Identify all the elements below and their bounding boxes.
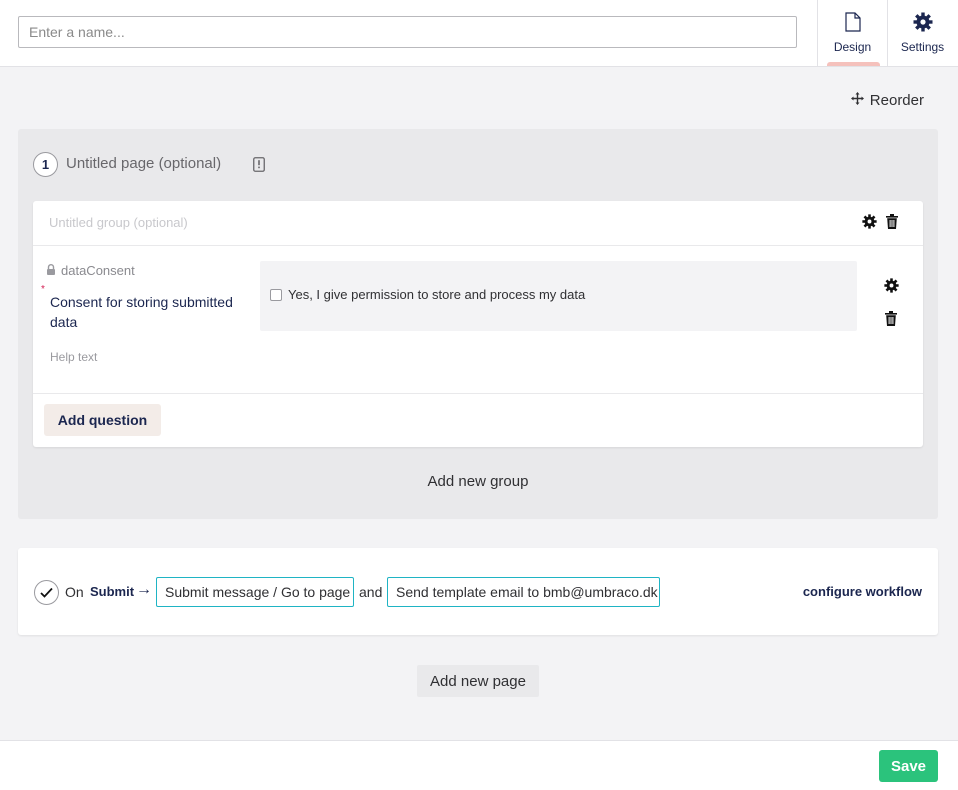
footer-bar: Save [0, 740, 958, 790]
save-button[interactable]: Save [879, 750, 938, 782]
workflow-step-send-email[interactable]: Send template email to bmb@umbraco.dk [387, 577, 660, 607]
form-group: Untitled group (optional) dataConsent * … [33, 201, 923, 447]
tab-settings-label: Settings [900, 40, 945, 54]
page-info-icon[interactable] [253, 157, 265, 177]
tab-settings[interactable]: Settings [887, 0, 957, 66]
add-question-button[interactable]: Add question [44, 404, 161, 436]
question-delete-trash-icon[interactable] [885, 311, 897, 331]
group-settings-gear-icon[interactable] [862, 214, 877, 234]
group-header: Untitled group (optional) [33, 201, 923, 246]
document-icon [818, 12, 887, 34]
form-page: 1 Untitled page (optional) Untitled grou… [18, 129, 938, 519]
reorder-label: Reorder [869, 92, 924, 109]
add-new-page-button[interactable]: Add new page [417, 665, 539, 697]
checkmark-icon [34, 580, 59, 605]
workflow-and-label: and [359, 584, 383, 600]
question-label[interactable]: Consent for storing submitted data [50, 292, 250, 332]
group-title[interactable]: Untitled group (optional) [49, 215, 188, 230]
configure-workflow-link[interactable]: configure workflow [803, 584, 922, 599]
consent-checkbox[interactable] [270, 289, 282, 301]
arrow-right-icon: → [136, 581, 152, 598]
page-title[interactable]: Untitled page (optional) [66, 155, 221, 172]
question-help-text[interactable]: Help text [50, 350, 97, 364]
group-footer: Add question [33, 393, 923, 447]
add-new-group-button[interactable]: Add new group [18, 473, 938, 490]
group-delete-trash-icon[interactable] [886, 214, 898, 234]
page-number: 1 [33, 152, 58, 177]
gear-icon [888, 12, 957, 34]
lock-icon [46, 263, 56, 278]
required-marker: * [41, 284, 45, 295]
question-preview: Yes, I give permission to store and proc… [260, 261, 857, 331]
workflow-panel: On Submit → Submit message / Go to page … [18, 548, 938, 635]
active-tab-indicator [827, 62, 880, 66]
move-icon [850, 92, 864, 109]
form-name-input[interactable] [18, 16, 797, 48]
consent-checkbox-label: Yes, I give permission to store and proc… [288, 287, 586, 302]
question-settings-gear-icon[interactable] [884, 278, 899, 298]
tab-design-label: Design [833, 40, 872, 54]
workflow-submit-label: Submit [90, 584, 135, 599]
workflow-on-label: On [65, 584, 84, 600]
header-bar: Design Settings [0, 0, 958, 67]
tab-design[interactable]: Design [817, 0, 887, 66]
reorder-button[interactable]: Reorder [850, 92, 924, 109]
question-alias: dataConsent [46, 263, 135, 278]
workflow-step-submit-message[interactable]: Submit message / Go to page [156, 577, 354, 607]
question-alias-text: dataConsent [61, 263, 135, 278]
